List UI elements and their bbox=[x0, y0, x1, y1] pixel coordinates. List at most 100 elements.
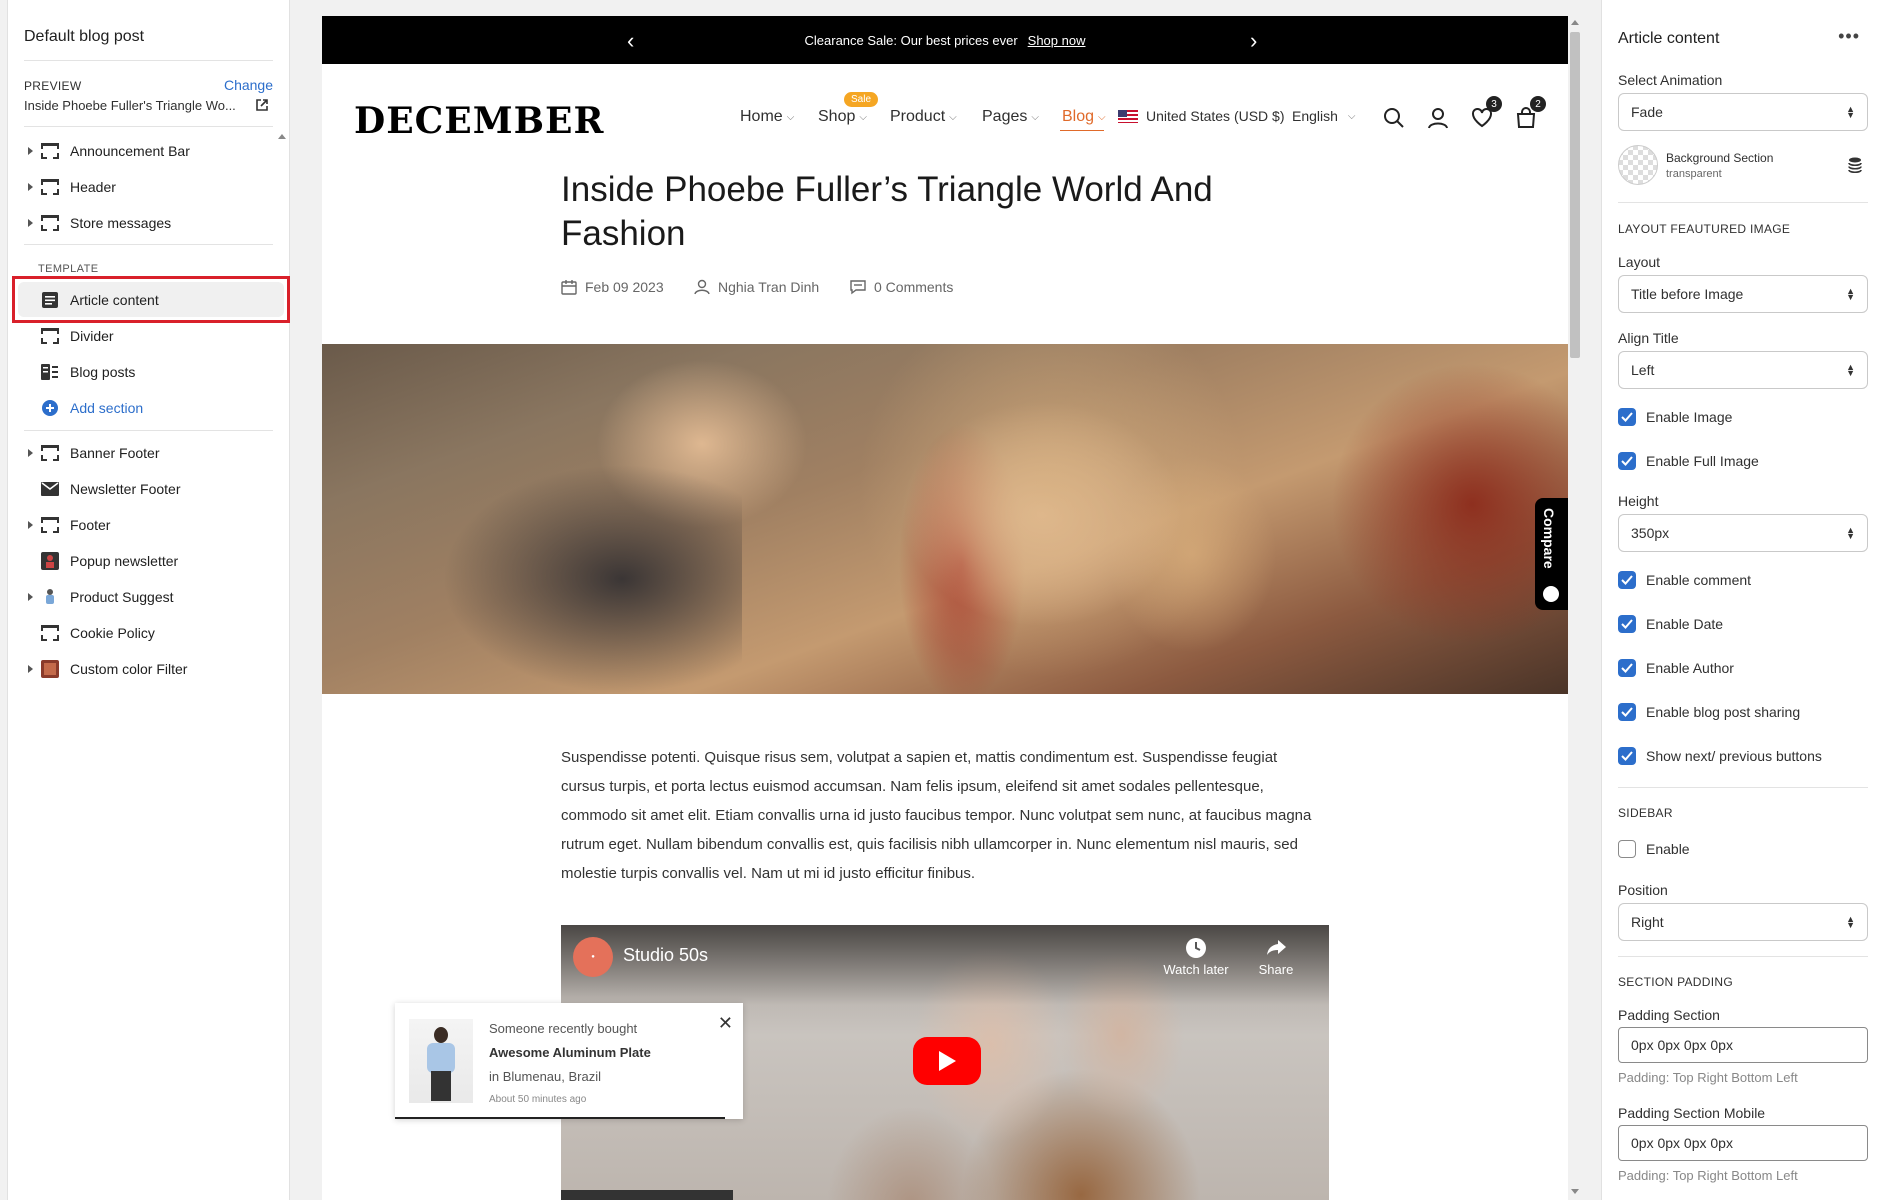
section-item-divider[interactable]: Divider bbox=[26, 324, 114, 348]
layout-label: Layout bbox=[1618, 254, 1661, 270]
expand-caret-icon[interactable] bbox=[26, 592, 34, 602]
section-item-announcement-bar[interactable]: Announcement Bar bbox=[26, 139, 190, 163]
add-section-button[interactable]: Add section bbox=[26, 396, 143, 420]
video-progress[interactable] bbox=[561, 1190, 733, 1200]
expand-caret-icon[interactable] bbox=[26, 520, 34, 530]
nav-blog[interactable]: Blog ⌵ bbox=[1062, 108, 1106, 126]
currency-selector[interactable]: United States (USD $) bbox=[1118, 108, 1285, 124]
divider bbox=[1618, 787, 1868, 788]
enable-image-checkbox[interactable]: Enable Image bbox=[1618, 408, 1732, 426]
nav-pages[interactable]: Pages ⌵ bbox=[982, 108, 1039, 126]
section-item-banner-footer[interactable]: Banner Footer bbox=[26, 441, 160, 465]
animation-select[interactable]: Fade ▲ ▼ bbox=[1618, 93, 1868, 131]
compare-tab[interactable]: Compare bbox=[1535, 498, 1568, 610]
preview-scrollbar[interactable] bbox=[1568, 16, 1582, 1200]
background-section-picker[interactable]: Background Section transparent bbox=[1618, 145, 1868, 189]
expand-caret-icon[interactable] bbox=[26, 218, 34, 228]
expand-caret-icon[interactable] bbox=[26, 664, 34, 674]
section-item-product-suggest[interactable]: Product Suggest bbox=[26, 585, 174, 609]
scroll-up-arrow[interactable] bbox=[278, 134, 286, 139]
video-channel-title[interactable]: Studio 50s bbox=[623, 945, 708, 966]
padding-mobile-input[interactable]: 0px 0px 0px 0px bbox=[1618, 1125, 1868, 1161]
channel-avatar[interactable]: ● bbox=[573, 937, 613, 977]
section-item-blog-posts[interactable]: Blog posts bbox=[26, 360, 135, 384]
align-title-label: Align Title bbox=[1618, 330, 1679, 346]
checkbox-empty[interactable] bbox=[1618, 840, 1636, 858]
show-next-prev-checkbox[interactable]: Show next/ previous buttons bbox=[1618, 747, 1822, 765]
position-select[interactable]: Right ▲ ▼ bbox=[1618, 903, 1868, 941]
search-icon[interactable] bbox=[1380, 104, 1408, 132]
section-item-custom-color-filter[interactable]: Custom color Filter bbox=[26, 657, 187, 681]
select-arrows-icon: ▲ ▼ bbox=[1846, 286, 1855, 302]
expand-caret-icon[interactable] bbox=[26, 448, 34, 458]
section-item-newsletter-footer[interactable]: Newsletter Footer bbox=[26, 477, 180, 501]
section-label: Product Suggest bbox=[70, 589, 174, 605]
section-item-footer[interactable]: Footer bbox=[26, 513, 110, 537]
checkmark-icon[interactable] bbox=[1618, 615, 1636, 633]
more-options-icon[interactable]: ••• bbox=[1838, 26, 1860, 47]
section-item-popup-newsletter[interactable]: Popup newsletter bbox=[26, 549, 178, 573]
language-selector[interactable]: English ⌵ bbox=[1292, 108, 1356, 124]
store-logo[interactable]: DECEMBER bbox=[354, 100, 604, 142]
cart-icon[interactable]: 2 bbox=[1512, 96, 1546, 132]
sidebar-enable-checkbox[interactable]: Enable bbox=[1618, 840, 1690, 858]
expand-caret-icon[interactable] bbox=[26, 182, 34, 192]
enable-full-image-checkbox[interactable]: Enable Full Image bbox=[1618, 452, 1759, 470]
height-select[interactable]: 350px ▲ ▼ bbox=[1618, 514, 1868, 552]
scroll-down-arrow[interactable] bbox=[1571, 1189, 1579, 1194]
play-button-icon[interactable] bbox=[913, 1037, 981, 1085]
enable-sharing-checkbox[interactable]: Enable blog post sharing bbox=[1618, 703, 1800, 721]
sales-notification-popup[interactable]: Someone recently bought Awesome Aluminum… bbox=[395, 1003, 743, 1119]
change-preview-link[interactable]: Change bbox=[224, 77, 273, 93]
expand-caret-icon[interactable] bbox=[26, 146, 34, 156]
section-item-header[interactable]: Header bbox=[26, 175, 116, 199]
section-label: Header bbox=[70, 179, 116, 195]
popup-location: in Blumenau, Brazil bbox=[489, 1069, 601, 1084]
nav-home[interactable]: Home ⌵ bbox=[740, 108, 794, 126]
color-filter-icon bbox=[40, 660, 60, 678]
checkmark-icon[interactable] bbox=[1618, 408, 1636, 426]
blog-posts-icon bbox=[40, 363, 60, 381]
section-item-store-messages[interactable]: Store messages bbox=[26, 211, 171, 235]
enable-comment-checkbox[interactable]: Enable comment bbox=[1618, 571, 1751, 589]
enable-date-checkbox[interactable]: Enable Date bbox=[1618, 615, 1723, 633]
section-label: Footer bbox=[70, 517, 111, 533]
chevron-right-icon[interactable]: › bbox=[1250, 28, 1257, 54]
post-comments-text: 0 Comments bbox=[874, 279, 954, 295]
checkmark-icon[interactable] bbox=[1618, 703, 1636, 721]
scroll-up-arrow[interactable] bbox=[1571, 20, 1579, 25]
padding-heading: SECTION PADDING bbox=[1618, 975, 1733, 989]
layout-select[interactable]: Title before Image ▲ ▼ bbox=[1618, 275, 1868, 313]
scroll-thumb[interactable] bbox=[1570, 32, 1580, 358]
layout-value: Title before Image bbox=[1631, 286, 1744, 302]
post-author[interactable]: Nghia Tran Dinh bbox=[694, 279, 819, 295]
select-arrows-icon: ▲ ▼ bbox=[1846, 525, 1855, 541]
checkmark-icon[interactable] bbox=[1618, 571, 1636, 589]
checkmark-icon[interactable] bbox=[1618, 747, 1636, 765]
wishlist-icon[interactable]: 3 bbox=[1468, 96, 1502, 132]
watch-later-button[interactable]: Watch later bbox=[1161, 937, 1231, 977]
section-item-article-content[interactable]: Article content bbox=[26, 288, 159, 312]
database-icon[interactable] bbox=[1848, 157, 1862, 173]
popup-product-name[interactable]: Awesome Aluminum Plate bbox=[489, 1045, 651, 1060]
checkmark-icon[interactable] bbox=[1618, 452, 1636, 470]
nav-product[interactable]: Product ⌵ bbox=[890, 108, 957, 126]
external-link-icon[interactable] bbox=[256, 99, 268, 111]
close-icon[interactable]: ✕ bbox=[718, 1013, 733, 1034]
share-button[interactable]: Share bbox=[1241, 937, 1311, 977]
color-swatch[interactable] bbox=[1618, 145, 1658, 185]
compare-count-icon bbox=[1543, 586, 1559, 602]
account-icon[interactable] bbox=[1424, 104, 1452, 132]
checkmark-icon[interactable] bbox=[1618, 659, 1636, 677]
section-label: Blog posts bbox=[70, 364, 136, 380]
announcement-link[interactable]: Shop now bbox=[1028, 33, 1086, 48]
section-item-cookie-policy[interactable]: Cookie Policy bbox=[26, 621, 155, 645]
nav-shop[interactable]: Shop ⌵ bbox=[818, 108, 867, 126]
section-label: Banner Footer bbox=[70, 445, 160, 461]
position-value: Right bbox=[1631, 914, 1664, 930]
chevron-left-icon[interactable]: ‹ bbox=[627, 28, 634, 54]
padding-input[interactable]: 0px 0px 0px 0px bbox=[1618, 1027, 1868, 1063]
post-comments[interactable]: 0 Comments bbox=[850, 279, 953, 295]
enable-author-checkbox[interactable]: Enable Author bbox=[1618, 659, 1734, 677]
align-title-select[interactable]: Left ▲ ▼ bbox=[1618, 351, 1868, 389]
